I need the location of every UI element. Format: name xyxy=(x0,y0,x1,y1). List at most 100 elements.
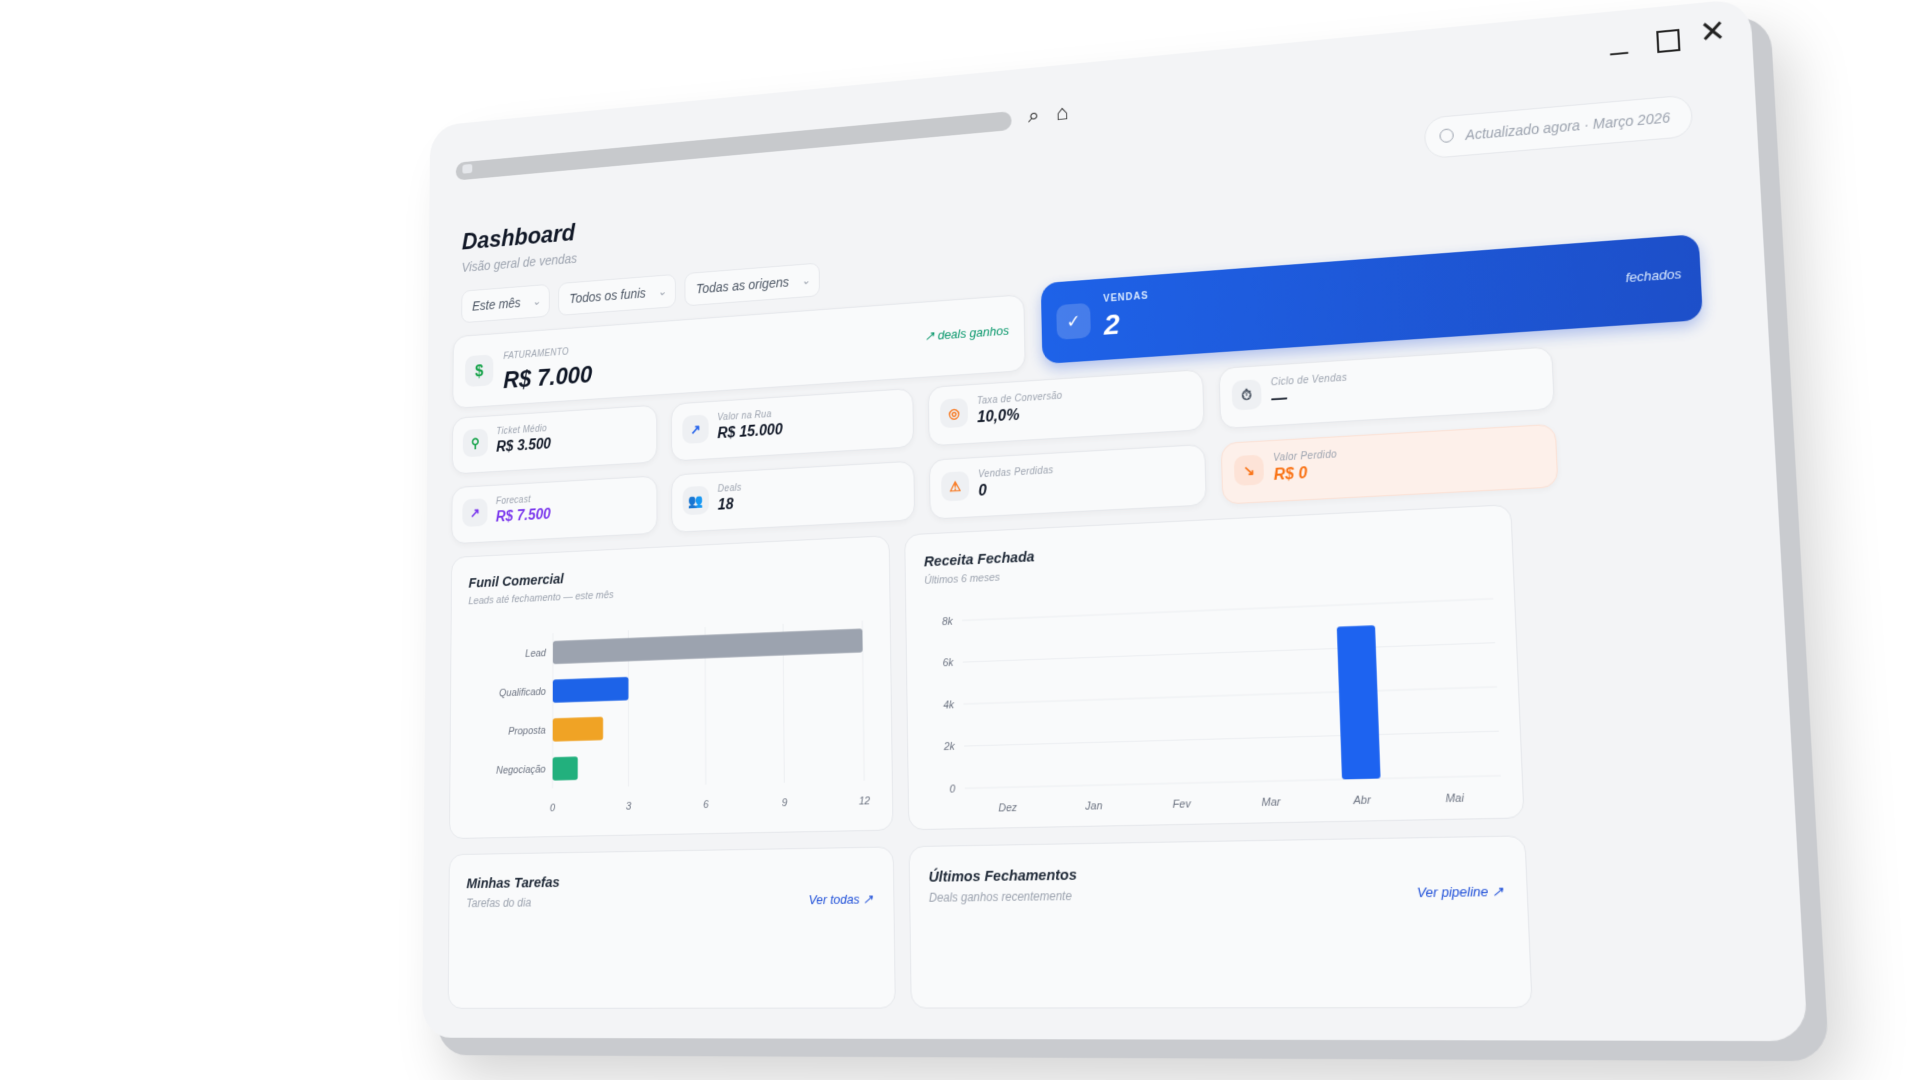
forecast-value: R$ 7.500 xyxy=(495,506,551,526)
ver-pipeline-link[interactable]: Ver pipeline ↗ xyxy=(1417,883,1504,901)
category-label: Lead xyxy=(525,648,547,660)
vendas-label: Vendas xyxy=(1103,290,1149,305)
faturamento-value: R$ 7.000 xyxy=(503,360,593,394)
ciclo-vendas-label: Ciclo de Vendas xyxy=(1270,372,1348,389)
clock-icon xyxy=(1438,128,1454,144)
ticket-medio-card: ⚲ Ticket Médio R$ 3.500 xyxy=(451,404,658,475)
tarefas-card: Minhas Tarefas Tarefas do dia Ver todas … xyxy=(447,846,896,1009)
funil-bar xyxy=(552,628,863,665)
timer-icon: ⏱ xyxy=(1231,379,1262,411)
valor-perdido-value: R$ 0 xyxy=(1273,465,1308,484)
grid-line xyxy=(964,731,1499,746)
vendas-value: 2 xyxy=(1103,308,1121,342)
origin-filter-label: Todas as origens xyxy=(695,274,789,297)
users-icon: 👥 xyxy=(682,485,709,516)
grid-line xyxy=(962,599,1493,621)
chevron-down-icon: ⌄ xyxy=(657,284,667,299)
ticket-medio-value: R$ 3.500 xyxy=(496,436,551,456)
ticket-medio-label: Ticket Médio xyxy=(496,423,547,438)
y-tick-label: 0 xyxy=(950,783,956,795)
award-icon: ⚲ xyxy=(462,428,488,458)
category-label: Negociação xyxy=(496,764,546,777)
vendas-perdidas-card: ⚠ Vendas Perdidas 0 xyxy=(928,443,1207,520)
ver-todas-link[interactable]: Ver todas ↗ xyxy=(809,891,873,908)
check-circle-icon: ✓ xyxy=(1056,302,1091,340)
funil-bar xyxy=(552,676,629,703)
dollar-icon: $ xyxy=(464,354,494,388)
valor-na-rua-label: Valor na Rua xyxy=(717,409,772,424)
month-label: Dez xyxy=(998,802,1017,815)
taxa-conversao-value: 10,0% xyxy=(977,407,1020,427)
search-icon[interactable]: ⌕ xyxy=(1028,103,1040,129)
forecast-card: ↗ Forecast R$ 7.500 xyxy=(451,475,658,545)
y-tick-label: 6k xyxy=(942,657,954,669)
maximize-button[interactable] xyxy=(1656,28,1681,54)
category-label: Qualificado xyxy=(499,687,546,700)
y-tick-label: 2k xyxy=(943,741,956,753)
x-tick-label: 0 xyxy=(550,802,555,814)
x-tick-label: 3 xyxy=(626,801,631,813)
trending-down-icon: ↘ xyxy=(1233,454,1265,486)
site-settings-icon[interactable] xyxy=(462,163,473,174)
minimize-button[interactable]: _ xyxy=(1609,22,1628,56)
chevron-down-icon: ⌄ xyxy=(532,294,541,308)
valor-na-rua-value: R$ 15.000 xyxy=(717,421,783,442)
trending-up-icon: ↗ xyxy=(462,498,488,528)
funil-bar xyxy=(552,756,578,781)
fechamentos-subtitle: Deals ganhos recentemente xyxy=(928,888,1072,905)
grid-line xyxy=(965,776,1501,789)
ciclo-vendas-card: ⏱ Ciclo de Vendas — xyxy=(1218,346,1555,430)
title-bar: _ ✕ ⌕ ⌂ xyxy=(430,0,1754,188)
ciclo-vendas-value: — xyxy=(1271,390,1288,409)
forecast-label: Forecast xyxy=(495,494,531,507)
stage: _ ✕ ⌕ ⌂ Actualizado agora · Março 2026 D… xyxy=(0,0,1920,1080)
updated-badge: Actualizado agora · Março 2026 xyxy=(1423,94,1694,160)
x-tick-label: 12 xyxy=(859,795,870,807)
month-label: Fev xyxy=(1173,798,1192,811)
home-icon[interactable]: ⌂ xyxy=(1056,100,1069,126)
month-label: Jan xyxy=(1084,800,1102,813)
close-button[interactable]: ✕ xyxy=(1699,14,1727,50)
chevron-down-icon: ⌄ xyxy=(801,273,811,288)
month-label: Abr xyxy=(1352,794,1371,807)
funil-bar xyxy=(552,716,604,742)
receita-chart-card: 0 2k 4k 6k 8k Dez Jan Fev Mar Abr Mai Receita Fech… xyxy=(904,504,1525,831)
valor-perdido-card: ↘ Valor Perdido R$ 0 xyxy=(1220,423,1559,505)
x-tick-label: 9 xyxy=(782,797,788,809)
period-filter[interactable]: Este mês ⌄ xyxy=(461,283,551,324)
deals-label: Deals xyxy=(717,482,742,495)
vendas-card: ✓ Vendas 2 fechados xyxy=(1040,233,1704,365)
category-label: Proposta xyxy=(508,725,546,738)
period-filter-label: Este mês xyxy=(472,295,521,314)
origin-filter[interactable]: Todas as origens ⌄ xyxy=(684,262,821,307)
y-tick-label: 8k xyxy=(942,616,954,628)
month-label: Mar xyxy=(1261,796,1281,809)
deals-ganhos-link[interactable]: ↗ deals ganhos xyxy=(924,323,1009,344)
funil-chart-card: 0 3 6 9 12 Lead Qualificado Proposta Negociação … xyxy=(449,535,894,840)
receita-bar xyxy=(1336,625,1381,780)
grid-line xyxy=(963,643,1495,662)
fechamentos-title: Últimos Fechamentos xyxy=(928,866,1078,886)
deals-value: 18 xyxy=(717,496,734,514)
valor-perdido-label: Valor Perdido xyxy=(1273,449,1338,464)
vendas-perdidas-value: 0 xyxy=(978,482,987,500)
address-bar[interactable] xyxy=(455,111,1012,181)
target-icon: ◎ xyxy=(939,397,969,429)
tarefas-title: Minhas Tarefas xyxy=(466,874,560,892)
faturamento-label: Faturamento xyxy=(503,347,569,362)
warning-icon: ⚠ xyxy=(941,471,970,502)
funnel-filter[interactable]: Todos os funis ⌄ xyxy=(558,273,677,316)
valor-na-rua-card: ↗ Valor na Rua R$ 15.000 xyxy=(671,387,915,462)
tarefas-subtitle: Tarefas do dia xyxy=(466,895,532,911)
funnel-filter-label: Todos os funis xyxy=(569,285,646,306)
vendas-perdidas-label: Vendas Perdidas xyxy=(978,465,1054,481)
deals-card: 👥 Deals 18 xyxy=(671,460,916,533)
page-title: Dashboard xyxy=(461,218,576,255)
grid-line xyxy=(963,687,1497,704)
trending-up-icon: ↗ xyxy=(682,414,709,445)
x-tick-label: 6 xyxy=(703,799,709,811)
y-tick-label: 4k xyxy=(943,699,955,711)
taxa-conversao-label: Taxa de Conversão xyxy=(976,390,1063,407)
fechamentos-card: Últimos Fechamentos Deals ganhos recente… xyxy=(908,835,1533,1009)
updated-text: Actualizado agora · Março 2026 xyxy=(1465,109,1671,143)
